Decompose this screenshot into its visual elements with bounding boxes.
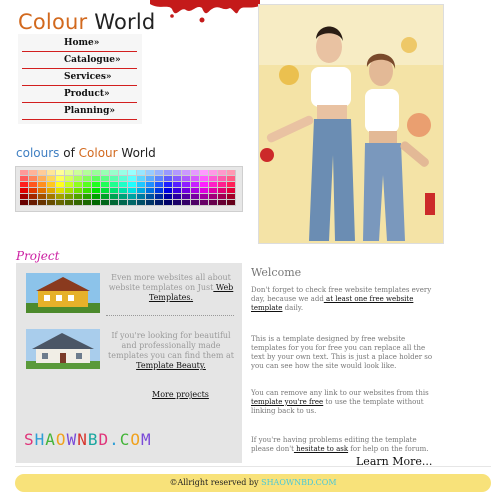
welcome-paragraph-3: You can remove any link to our websites … [251, 389, 436, 416]
shaownbd-logo-letter: A [45, 430, 56, 449]
footer-divider [15, 466, 491, 467]
shaownbd-logo-letter: N [77, 430, 88, 449]
nav-product-label[interactable]: Product» [64, 89, 110, 99]
welcome-paragraph-2: This is a template designed by free webs… [251, 335, 433, 370]
white-house-thumbnail[interactable] [26, 329, 100, 369]
white-house-illustration [26, 329, 100, 369]
logo-word-colour: Colour [18, 10, 88, 34]
welcome-paragraph-3-a: You can remove any link to our websites … [251, 389, 429, 397]
footer-bar: ©Allright reserved by SHAOWNBD.COM [15, 474, 491, 492]
project-panel: Even more websites all about website tem… [16, 263, 242, 463]
nav-planning-label[interactable]: Planning» [64, 106, 115, 116]
color-palette-panel [15, 166, 243, 212]
welcome-paragraph-1: Don't forget to check free website templ… [251, 286, 436, 313]
nav-home[interactable]: Home» [22, 36, 137, 52]
nav-catalogue[interactable]: Catalogue» [22, 53, 137, 69]
colours-heading-word-2: of [63, 146, 75, 160]
footer-brand-link[interactable]: SHAOWNBD.COM [259, 478, 336, 487]
color-swatch[interactable] [173, 200, 182, 206]
nav-product[interactable]: Product» [22, 87, 137, 103]
hesitate-to-ask-link[interactable]: hesitate to ask [294, 445, 348, 453]
shaownbd-logo-letter: M [141, 430, 152, 449]
more-projects-link[interactable]: More projects [152, 390, 209, 399]
shaownbd-logo-letter: H [34, 430, 46, 449]
color-swatch[interactable] [101, 200, 110, 206]
welcome-paragraph-4-b: for help on the forum. [348, 445, 429, 453]
shaownbd-logo-letter: O [55, 430, 67, 449]
main-nav: Home» Catalogue» Services» Product» Plan… [18, 34, 142, 124]
color-swatch[interactable] [119, 200, 128, 206]
color-palette-grid[interactable] [20, 170, 236, 206]
shaownbd-logo: SHAOWNBD.COM [24, 430, 152, 449]
colours-heading-word-1: colours [16, 146, 60, 160]
color-swatch[interactable] [146, 200, 155, 206]
color-swatch[interactable] [20, 200, 29, 206]
color-swatch[interactable] [47, 200, 56, 206]
footer-copyright: ©Allright reserved by [169, 478, 259, 487]
nav-services[interactable]: Services» [22, 70, 137, 86]
color-swatch[interactable] [110, 200, 119, 206]
color-swatch[interactable] [128, 200, 137, 206]
color-swatch[interactable] [218, 200, 227, 206]
color-swatch[interactable] [200, 200, 209, 206]
paint-splash-decoration [150, 0, 260, 23]
color-swatch[interactable] [155, 200, 164, 206]
template-beauty-link[interactable]: Template Beauty. [136, 361, 206, 370]
color-swatch[interactable] [209, 200, 218, 206]
color-swatch[interactable] [92, 200, 101, 206]
nav-planning[interactable]: Planning» [22, 104, 137, 120]
shaownbd-logo-letter: . [109, 430, 120, 449]
color-swatch[interactable] [29, 200, 38, 206]
color-swatch[interactable] [182, 200, 191, 206]
shaownbd-logo-letter: S [24, 430, 35, 449]
color-swatch[interactable] [191, 200, 200, 206]
logo-word-world: World [94, 10, 156, 34]
colours-heading-word-4: World [121, 146, 156, 160]
color-swatch[interactable] [74, 200, 83, 206]
shaownbd-logo-letter: W [66, 430, 78, 449]
project-item-2-text: If you're looking for beautiful and prof… [108, 331, 234, 371]
color-swatch[interactable] [56, 200, 65, 206]
color-swatch[interactable] [38, 200, 47, 206]
nav-services-label[interactable]: Services» [64, 72, 112, 82]
hero-photo [258, 4, 444, 244]
colours-heading-word-3: Colour [78, 146, 118, 160]
hero-photo-illustration [259, 5, 443, 243]
shaownbd-logo-letter: O [130, 430, 142, 449]
project-item-2-body: If you're looking for beautiful and prof… [108, 331, 234, 360]
shaownbd-logo-letter: C [119, 430, 131, 449]
color-swatch[interactable] [65, 200, 74, 206]
color-swatch[interactable] [137, 200, 146, 206]
color-swatch[interactable] [227, 200, 236, 206]
shaownbd-logo-letter: D [98, 430, 110, 449]
yellow-house-illustration [26, 273, 100, 313]
template-youre-free-link[interactable]: template you're free [251, 398, 323, 406]
nav-catalogue-label[interactable]: Catalogue» [64, 55, 121, 65]
welcome-heading: Welcome [251, 266, 302, 279]
yellow-house-thumbnail[interactable] [26, 273, 100, 313]
color-swatch[interactable] [164, 200, 173, 206]
project-divider [106, 315, 234, 316]
colours-heading: colours of Colour World [16, 146, 156, 160]
welcome-paragraph-4: If you're having problems editing the te… [251, 436, 436, 454]
welcome-paragraph-1-b: daily. [282, 304, 304, 312]
shaownbd-logo-letter: B [87, 430, 99, 449]
nav-home-label[interactable]: Home» [64, 38, 99, 48]
color-swatch[interactable] [83, 200, 92, 206]
project-item-1-text: Even more websites all about website tem… [108, 273, 234, 303]
project-heading: Project [16, 249, 60, 263]
site-logo: Colour World [18, 10, 155, 34]
